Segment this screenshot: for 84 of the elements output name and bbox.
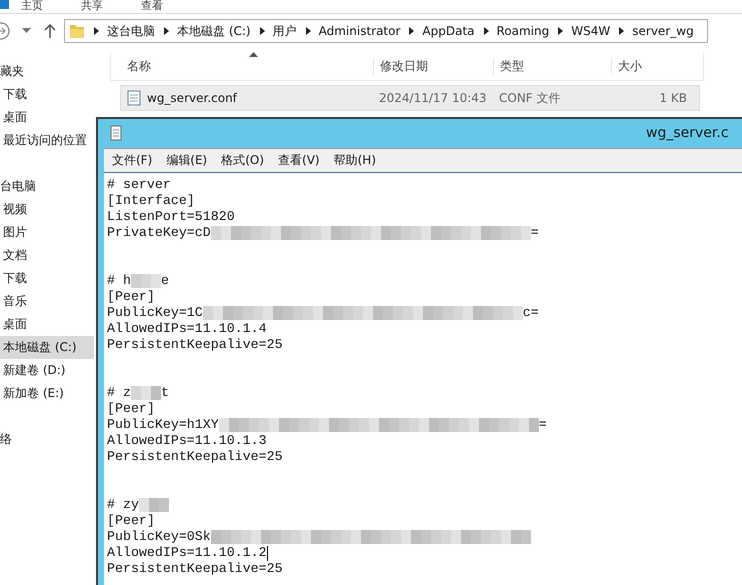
code-line: PersistentKeepalive=25 <box>107 561 283 577</box>
sidebar-item[interactable]: 下载 <box>0 267 94 290</box>
sidebar-item[interactable]: 藏夹 <box>0 60 94 83</box>
sidebar-item[interactable]: 文档 <box>0 244 94 267</box>
folder-icon <box>69 23 85 39</box>
code-line: [Interface] <box>107 193 195 209</box>
sidebar-item[interactable]: 桌面 <box>0 106 94 129</box>
chevron-icon <box>306 27 311 35</box>
code-line: PersistentKeepalive=25 <box>107 449 283 465</box>
breadcrumb[interactable]: AppData <box>422 24 475 38</box>
sidebar-item[interactable]: 图片 <box>0 221 94 244</box>
text-file-icon <box>127 90 141 106</box>
code-line: [Peer] <box>107 513 155 529</box>
sidebar-item[interactable]: 最近访问的位置 <box>0 129 94 152</box>
code-line: = <box>538 417 547 433</box>
code-line: AllowedIPs=11.10.1.3 <box>107 433 267 449</box>
column-header[interactable]: 名称 <box>111 58 373 74</box>
code-line: PublicKey=h1XY <box>107 417 219 433</box>
file-size: 1 KB <box>658 91 688 105</box>
menu-item[interactable]: 查看(V) <box>270 152 326 169</box>
menu-item[interactable]: 帮助(H) <box>326 152 382 169</box>
sidebar-item[interactable]: 桌面 <box>0 313 94 336</box>
code-line: e <box>160 273 169 289</box>
file-row[interactable]: wg_server.conf 2024/11/17 10:43 CONF 文件 1 KB <box>120 85 700 111</box>
file-name: wg_server.conf <box>147 91 237 105</box>
ribbon-tab[interactable]: 查看 <box>141 0 163 11</box>
chevron-icon <box>558 27 564 35</box>
sidebar-item[interactable]: 本地磁盘 (C:) <box>0 336 94 359</box>
code-line: PublicKey=0Sk <box>107 529 211 545</box>
menu-item[interactable]: 文件(F) <box>104 152 158 169</box>
code-line: [Peer] <box>107 401 155 417</box>
dropdown-caret-icon[interactable] <box>22 28 31 34</box>
sidebar-item[interactable]: 音乐 <box>0 290 94 313</box>
address-bar[interactable]: 这台电脑 本地磁盘 (C:) 用户 Administrator AppData Roaming WS4W server_wg <box>64 19 708 43</box>
code-line: PublicKey=1C <box>107 305 203 321</box>
code-line: = <box>530 225 539 241</box>
breadcrumb[interactable]: Administrator <box>318 24 400 38</box>
sidebar-item[interactable]: 视频 <box>0 198 94 221</box>
breadcrumb[interactable]: 本地磁盘 (C:) <box>177 22 251 40</box>
column-header[interactable]: 修改日期 <box>373 58 493 74</box>
chevron-icon <box>409 27 414 35</box>
menu-item[interactable]: 编辑(E) <box>158 152 214 169</box>
file-date: 2024/11/17 10:43 <box>378 91 488 105</box>
file-type: CONF 文件 <box>498 90 562 106</box>
back-icon[interactable] <box>0 21 12 41</box>
chevron-icon <box>260 27 265 35</box>
redaction-blur <box>130 386 161 400</box>
menu-item[interactable]: 格式(O) <box>213 152 270 169</box>
code-line: AllowedIPs=11.10.1.4 <box>107 321 267 337</box>
code-line: PersistentKeepalive=25 <box>107 337 283 353</box>
column-header[interactable]: 类型 <box>493 58 611 74</box>
code-line: [Peer] <box>107 289 155 305</box>
code-line: # zy <box>107 497 139 513</box>
code-line: # h <box>107 273 131 289</box>
ribbon-tab[interactable]: 主页 <box>21 0 43 11</box>
sidebar-item[interactable]: 络 <box>0 428 94 451</box>
code-line: ListenPort=51820 <box>107 209 235 225</box>
code-line: PrivateKey=cD <box>107 225 211 241</box>
code-line: # server <box>107 177 171 193</box>
code-line: t <box>160 385 169 401</box>
breadcrumb[interactable]: WS4W <box>571 24 610 38</box>
breadcrumb[interactable]: 这台电脑 <box>107 22 155 40</box>
code-line: c= <box>522 305 539 321</box>
ribbon-tab[interactable]: 共享 <box>81 0 103 11</box>
breadcrumb[interactable]: server_wg <box>632 24 694 38</box>
sidebar-item[interactable]: 台电脑 <box>0 175 94 198</box>
notepad-icon <box>110 125 122 141</box>
sort-arrow-icon <box>249 52 258 57</box>
redaction-blur <box>138 498 169 512</box>
up-arrow-icon[interactable] <box>44 24 56 38</box>
redaction-blur <box>130 274 161 288</box>
window-title: wg_server.c <box>646 125 729 141</box>
breadcrumb[interactable]: 用户 <box>272 22 297 40</box>
sidebar-item[interactable]: 新加卷 (E:) <box>0 382 94 405</box>
chevron-icon <box>164 27 169 35</box>
chevron-icon <box>484 27 489 35</box>
column-header[interactable]: 大小 <box>611 58 691 74</box>
breadcrumb[interactable]: Roaming <box>496 24 550 38</box>
sidebar-item[interactable]: 下载 <box>0 83 94 106</box>
code-line: AllowedIPs=11.10.1.2 <box>107 545 267 561</box>
chevron-icon <box>619 27 624 35</box>
sidebar-item[interactable]: 新建卷 (D:) <box>0 359 94 382</box>
code-line: # z <box>107 385 131 401</box>
chevron-icon <box>94 27 99 35</box>
